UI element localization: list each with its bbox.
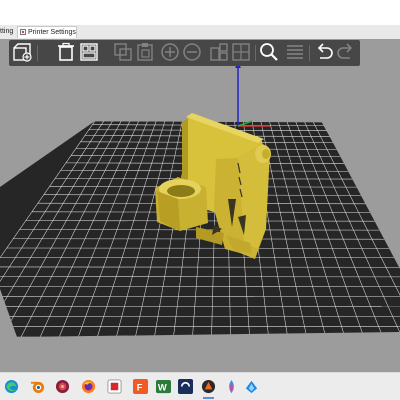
- remove-instance-icon: [183, 43, 201, 61]
- toolbar-separator: [37, 45, 38, 61]
- tab-printer-settings-label: Printer Settings: [28, 29, 76, 36]
- fusion-icon: F: [133, 379, 148, 394]
- undo-button[interactable]: [313, 41, 335, 63]
- tab-print-settings[interactable]: ttings: [0, 26, 13, 38]
- tab-printer-settings[interactable]: Printer Settings: [17, 26, 77, 38]
- taskbar-flashprint[interactable]: [106, 378, 123, 395]
- tab-print-settings-label: ttings: [0, 28, 13, 35]
- printer-settings-icon: [20, 29, 26, 35]
- scene-canvas[interactable]: [0, 39, 400, 372]
- delete-button[interactable]: [55, 41, 77, 63]
- taskbar-edge[interactable]: [3, 378, 20, 395]
- flashprint-icon: [107, 379, 122, 394]
- tab-bar: ttings Printer Settings: [0, 0, 400, 39]
- undo-icon: [317, 43, 333, 59]
- taskbar-prusaslicer[interactable]: [200, 378, 217, 399]
- delete-icon: [58, 42, 74, 61]
- taskbar-cura[interactable]: [177, 378, 194, 395]
- taskbar: F W: [0, 372, 400, 400]
- taskbar-word[interactable]: W: [155, 378, 172, 395]
- taskbar-fusion[interactable]: F: [132, 378, 149, 395]
- taskbar-krita[interactable]: [223, 378, 240, 395]
- layers-editing-button[interactable]: [284, 41, 306, 63]
- taskbar-photos[interactable]: [54, 378, 71, 395]
- split-objects-button[interactable]: [208, 41, 230, 63]
- 3d-viewport[interactable]: [0, 39, 400, 372]
- edge-icon: [4, 379, 19, 394]
- taskbar-dropbox[interactable]: [243, 378, 260, 395]
- firefox-icon: [81, 379, 96, 394]
- arrange-button[interactable]: [78, 41, 100, 63]
- search-button[interactable]: [258, 41, 280, 63]
- split-parts-icon: [232, 43, 250, 61]
- toolbar-separator: [309, 45, 310, 61]
- copy-icon: [114, 43, 132, 61]
- add-instance-button[interactable]: [159, 41, 181, 63]
- search-icon: [260, 43, 278, 61]
- add-icon: [13, 43, 32, 62]
- toolbar-separator: [255, 45, 256, 61]
- taskbar-blender[interactable]: [29, 378, 46, 395]
- paste-button[interactable]: [134, 41, 156, 63]
- word-icon-label: W: [158, 382, 167, 392]
- blender-icon: [30, 381, 45, 394]
- dropbox-icon: [245, 380, 258, 394]
- cura-icon: [178, 379, 193, 394]
- add-button[interactable]: [11, 41, 33, 63]
- prusaslicer-icon: [201, 379, 216, 394]
- remove-instance-button[interactable]: [181, 41, 203, 63]
- taskbar-firefox[interactable]: [80, 378, 97, 395]
- redo-button[interactable]: [335, 41, 357, 63]
- paste-icon: [137, 43, 153, 61]
- top-toolbar: [9, 40, 360, 66]
- arrange-icon: [80, 43, 98, 61]
- redo-icon: [337, 43, 353, 59]
- split-parts-button[interactable]: [230, 41, 252, 63]
- photos-icon: [55, 379, 70, 394]
- split-objects-icon: [210, 43, 228, 61]
- layers-editing-icon: [287, 45, 303, 59]
- krita-icon: [229, 379, 234, 394]
- word-icon: W: [156, 379, 171, 394]
- add-instance-icon: [161, 43, 179, 61]
- copy-button[interactable]: [112, 41, 134, 63]
- fusion-icon-label: F: [137, 382, 143, 392]
